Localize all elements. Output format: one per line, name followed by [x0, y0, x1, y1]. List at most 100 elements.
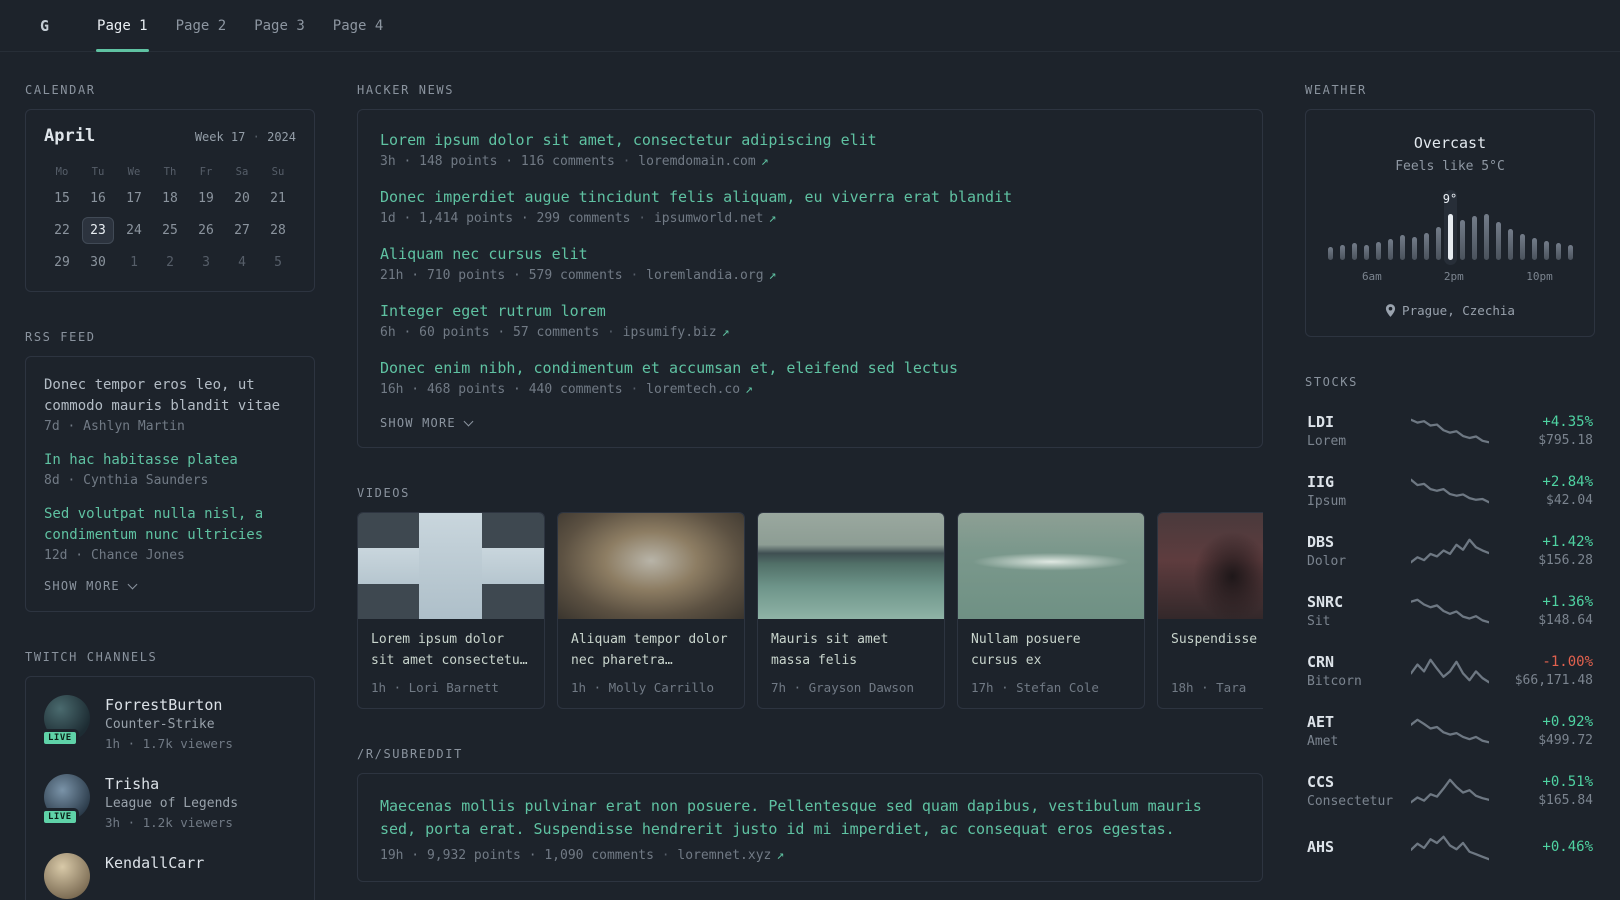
calendar-day: 28: [270, 222, 286, 238]
weather-bar: [1459, 220, 1465, 260]
tab-page-2[interactable]: Page 2: [162, 0, 241, 51]
calendar-day: 24: [126, 222, 142, 238]
video-thumbnail[interactable]: [358, 513, 544, 619]
stock-change: +0.92%: [1542, 714, 1593, 730]
weather-bar: [1483, 214, 1489, 260]
hn-item-title[interactable]: Donec enim nibh, condimentum et accumsan…: [380, 359, 1240, 377]
external-link-icon[interactable]: ↗: [776, 848, 784, 863]
top-bar: G Page 1 Page 2 Page 3 Page 4: [0, 0, 1620, 52]
stock-sparkline: [1409, 833, 1491, 863]
video-title[interactable]: Aliquam tempor dolor nec pharetra…: [571, 630, 731, 672]
channel-name[interactable]: KendallCarr: [105, 853, 204, 873]
stock-symbol: AET: [1307, 713, 1335, 731]
video-thumbnail[interactable]: [558, 513, 744, 619]
hn-item-title[interactable]: Lorem ipsum dolor sit amet, consectetur …: [380, 131, 1240, 149]
weather-location[interactable]: Prague, Czechia: [1324, 303, 1576, 318]
calendar-day: 18: [162, 190, 178, 206]
calendar-weekday-row: Mo Tu We Th Fr Sa Su: [44, 161, 296, 183]
channel-name[interactable]: ForrestBurton: [105, 695, 233, 715]
reddit-post-title[interactable]: Maecenas mollis pulvinar erat non posuer…: [380, 795, 1240, 842]
hn-item-title[interactable]: Donec imperdiet augue tincidunt felis al…: [380, 188, 1240, 206]
video-meta: 18h · Tara: [1171, 680, 1247, 695]
external-link-icon[interactable]: ↗: [722, 325, 730, 340]
rss-item-title[interactable]: In hac habitasse platea: [44, 450, 296, 471]
video-card[interactable]: Aliquam tempor dolor nec pharetra… 1h · …: [557, 512, 745, 709]
calendar-day: 5: [274, 254, 282, 270]
twitch-channel-row[interactable]: KendallCarr: [44, 853, 296, 899]
tab-page-4[interactable]: Page 4: [319, 0, 398, 51]
stock-name: Sit: [1307, 614, 1331, 629]
weather-bar: [1519, 234, 1525, 260]
video-card[interactable]: Nullam posuere cursus ex 17h · Stefan Co…: [957, 512, 1145, 709]
dashboard-grid: CALENDAR April Week 17 · 2024 Mo Tu We T…: [0, 52, 1620, 900]
stock-row[interactable]: CRN Bitcorn -1.00% $66,171.48: [1305, 641, 1595, 701]
rss-item-meta: 8d · Cynthia Saunders: [44, 473, 209, 488]
rss-show-more-button[interactable]: SHOW MORE: [44, 579, 296, 593]
hn-item-title[interactable]: Integer eget rutrum lorem: [380, 302, 1240, 320]
weather-bar: [1411, 237, 1417, 260]
video-thumbnail[interactable]: [1158, 513, 1263, 619]
hn-item-domain[interactable]: loremdomain.com: [638, 154, 755, 169]
hn-item-domain[interactable]: loremtech.co: [646, 382, 740, 397]
video-thumbnail[interactable]: [958, 513, 1144, 619]
hn-item-title[interactable]: Aliquam nec cursus elit: [380, 245, 1240, 263]
weather-bar: [1351, 243, 1357, 260]
video-card[interactable]: Mauris sit amet massa felis 7h · Grayson…: [757, 512, 945, 709]
stock-row[interactable]: AHS +0.46%: [1305, 821, 1595, 875]
tab-page-1[interactable]: Page 1: [83, 0, 162, 52]
video-meta: 1h · Lori Barnett: [371, 680, 499, 695]
hn-item-domain[interactable]: ipsumify.biz: [623, 325, 717, 340]
rss-item-title[interactable]: Donec tempor eros leo, ut commodo mauris…: [44, 375, 296, 417]
external-link-icon[interactable]: ↗: [769, 268, 777, 283]
twitch-channel-row[interactable]: LIVE ForrestBurton Counter-Strike 1h · 1…: [41, 695, 296, 753]
weather-bar: [1555, 243, 1561, 260]
video-thumbnail[interactable]: [758, 513, 944, 619]
stock-row[interactable]: LDI Lorem +4.35% $795.18: [1305, 401, 1595, 461]
show-more-label: SHOW MORE: [380, 416, 456, 430]
subreddit-card: Maecenas mollis pulvinar erat non posuer…: [357, 773, 1263, 882]
external-link-icon[interactable]: ↗: [769, 211, 777, 226]
weather-bar: [1387, 239, 1393, 260]
weekday-label: We: [127, 166, 141, 178]
hn-item-domain[interactable]: ipsumworld.net: [654, 211, 764, 226]
twitch-channel-row[interactable]: LIVE Trisha League of Legends 3h · 1.2k …: [41, 774, 296, 832]
video-title[interactable]: Lorem ipsum dolor sit amet consectetu…: [371, 630, 531, 672]
hn-item-domain[interactable]: loremlandia.org: [646, 268, 763, 283]
hn-show-more-button[interactable]: SHOW MORE: [380, 416, 1240, 430]
stock-price: $795.18: [1538, 433, 1593, 448]
stock-name: Amet: [1307, 734, 1339, 749]
video-title[interactable]: Mauris sit amet massa felis: [771, 630, 931, 672]
stock-symbol: DBS: [1307, 533, 1335, 551]
rss-item-title[interactable]: Sed volutpat nulla nisl, a condimentum n…: [44, 504, 296, 546]
weather-bar: [1567, 245, 1573, 260]
stock-sparkline: [1409, 716, 1491, 746]
reddit-post-domain[interactable]: loremnet.xyz: [677, 848, 771, 863]
channel-avatar-wrap: LIVE: [41, 774, 90, 826]
video-title[interactable]: Nullam posuere cursus ex: [971, 630, 1131, 672]
subreddit-widget: /R/SUBREDDIT Maecenas mollis pulvinar er…: [357, 747, 1263, 882]
weather-bar: [1543, 241, 1549, 260]
stock-row[interactable]: CCS Consectetur +0.51% $165.84: [1305, 761, 1595, 821]
video-title[interactable]: Suspendisse diam: [1171, 630, 1263, 672]
external-link-icon[interactable]: ↗: [745, 382, 753, 397]
stock-row[interactable]: IIG Ipsum +2.84% $42.04: [1305, 461, 1595, 521]
calendar-day: 26: [198, 222, 214, 238]
video-card[interactable]: Lorem ipsum dolor sit amet consectetu… 1…: [357, 512, 545, 709]
widget-title: RSS FEED: [25, 330, 96, 344]
stock-price: $156.28: [1538, 553, 1593, 568]
weather-hourly-chart: 9°: [1324, 190, 1576, 265]
weekday-label: Th: [163, 166, 177, 178]
stock-row[interactable]: SNRC Sit +1.36% $148.64: [1305, 581, 1595, 641]
tab-page-3[interactable]: Page 3: [240, 0, 319, 51]
video-card[interactable]: Suspendisse diam 18h · Tara: [1157, 512, 1263, 709]
weather-bar: [1375, 242, 1381, 260]
stock-row[interactable]: AET Amet +0.92% $499.72: [1305, 701, 1595, 761]
channel-name[interactable]: Trisha: [105, 774, 238, 794]
videos-widget: VIDEOS Lorem ipsum dolor sit amet consec…: [357, 486, 1263, 709]
external-link-icon[interactable]: ↗: [761, 154, 769, 169]
time-label: 2pm: [1443, 270, 1464, 283]
stock-change: +1.42%: [1542, 534, 1593, 550]
app-logo: G: [40, 16, 50, 35]
stock-row[interactable]: DBS Dolor +1.42% $156.28: [1305, 521, 1595, 581]
tab-label: Page 4: [332, 17, 384, 34]
